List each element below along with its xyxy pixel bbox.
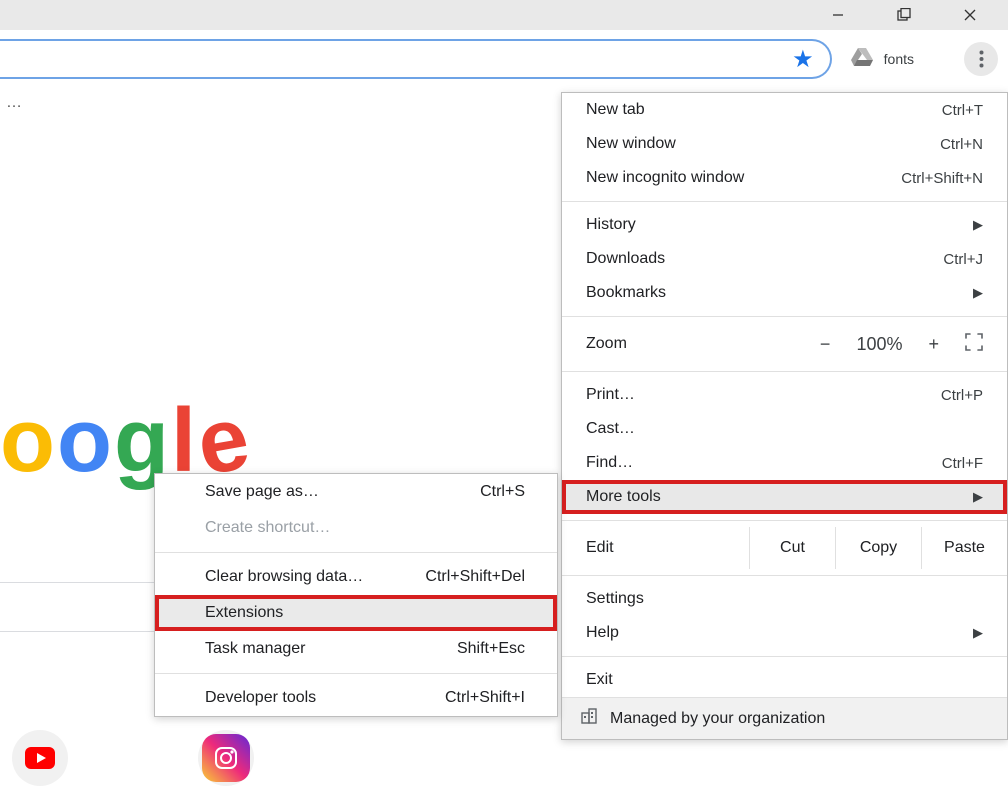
menu-item-find[interactable]: Find… Ctrl+F <box>562 446 1007 480</box>
menu-label: Exit <box>586 671 613 689</box>
menu-shortcut: Shift+Esc <box>457 640 525 658</box>
chrome-main-menu: New tab Ctrl+T New window Ctrl+N New inc… <box>561 92 1008 740</box>
google-drive-icon[interactable] <box>850 45 874 73</box>
menu-item-help[interactable]: Help ▶ <box>562 616 1007 650</box>
menu-item-new-tab[interactable]: New tab Ctrl+T <box>562 93 1007 127</box>
menu-shortcut: Ctrl+J <box>943 251 983 268</box>
zoom-in-button[interactable]: + <box>928 334 939 355</box>
menu-separator <box>562 371 1007 372</box>
menu-label: Clear browsing data… <box>205 568 363 586</box>
menu-shortcut: Ctrl+N <box>940 136 983 153</box>
edit-cut[interactable]: Cut <box>749 527 835 569</box>
menu-item-downloads[interactable]: Downloads Ctrl+J <box>562 242 1007 276</box>
menu-label: Help <box>586 624 619 642</box>
menu-label: Settings <box>586 590 644 608</box>
menu-label: Downloads <box>586 250 665 268</box>
menu-label: Find… <box>586 454 633 472</box>
menu-shortcut: Ctrl+T <box>942 102 983 119</box>
menu-item-settings[interactable]: Settings <box>562 582 1007 616</box>
menu-item-print[interactable]: Print… Ctrl+P <box>562 378 1007 412</box>
menu-item-zoom: Zoom − 100% + <box>562 323 1007 365</box>
instagram-shortcut-icon[interactable] <box>198 730 254 786</box>
zoom-level: 100% <box>856 334 902 355</box>
menu-label: Task manager <box>205 640 306 658</box>
menu-label: History <box>586 216 636 234</box>
menu-shortcut: Ctrl+S <box>480 483 525 501</box>
menu-label: Managed by your organization <box>610 710 825 728</box>
menu-item-more-tools[interactable]: More tools ▶ <box>562 480 1007 514</box>
menu-shortcut: Ctrl+F <box>942 455 983 472</box>
menu-label: New tab <box>586 101 645 119</box>
menu-separator <box>155 673 557 674</box>
chevron-right-icon: ▶ <box>973 489 983 505</box>
address-bar[interactable]: ★ <box>0 39 832 79</box>
menu-separator <box>562 520 1007 521</box>
fullscreen-icon[interactable] <box>965 333 983 356</box>
menu-label: Cast… <box>586 420 635 438</box>
submenu-item-task-manager[interactable]: Task manager Shift+Esc <box>155 631 557 667</box>
menu-label: Developer tools <box>205 689 316 707</box>
menu-item-new-window[interactable]: New window Ctrl+N <box>562 127 1007 161</box>
submenu-item-developer-tools[interactable]: Developer tools Ctrl+Shift+I <box>155 680 557 716</box>
menu-label: Edit <box>562 539 638 557</box>
logo-char: o <box>0 391 57 491</box>
more-tools-submenu: Save page as… Ctrl+S Create shortcut… Cl… <box>154 473 558 717</box>
menu-label: Extensions <box>205 604 283 622</box>
menu-item-history[interactable]: History ▶ <box>562 208 1007 242</box>
menu-label: Zoom <box>586 335 627 353</box>
building-icon <box>580 707 598 730</box>
minimize-button[interactable] <box>818 0 858 30</box>
menu-item-exit[interactable]: Exit <box>562 663 1007 697</box>
youtube-shortcut-icon[interactable] <box>12 730 68 786</box>
maximize-button[interactable] <box>884 0 924 30</box>
logo-char: o <box>57 391 114 491</box>
toolbar: ★ fonts <box>0 30 1008 88</box>
menu-label: Bookmarks <box>586 284 666 302</box>
menu-label: New window <box>586 135 676 153</box>
menu-shortcut: Ctrl+P <box>941 387 983 404</box>
menu-label: Create shortcut… <box>205 519 330 537</box>
menu-shortcut: Ctrl+Shift+Del <box>425 568 525 586</box>
submenu-item-save-page[interactable]: Save page as… Ctrl+S <box>155 474 557 510</box>
close-button[interactable] <box>950 0 990 30</box>
menu-separator <box>562 575 1007 576</box>
window-titlebar <box>0 0 1008 30</box>
chevron-right-icon: ▶ <box>973 285 983 301</box>
chevron-right-icon: ▶ <box>973 217 983 233</box>
menu-separator <box>562 201 1007 202</box>
menu-item-edit: Edit Cut Copy Paste <box>562 527 1007 569</box>
menu-item-new-incognito[interactable]: New incognito window Ctrl+Shift+N <box>562 161 1007 195</box>
edit-copy[interactable]: Copy <box>835 527 921 569</box>
menu-separator <box>562 656 1007 657</box>
submenu-item-extensions[interactable]: Extensions <box>155 595 557 631</box>
menu-separator <box>562 316 1007 317</box>
extensions-area: fonts <box>832 42 998 76</box>
menu-item-managed[interactable]: Managed by your organization <box>562 697 1007 739</box>
menu-label: More tools <box>586 488 661 506</box>
menu-label: Print… <box>586 386 635 404</box>
menu-separator <box>155 552 557 553</box>
submenu-item-clear-data[interactable]: Clear browsing data… Ctrl+Shift+Del <box>155 559 557 595</box>
edit-paste[interactable]: Paste <box>921 527 1007 569</box>
menu-label: Save page as… <box>205 483 319 501</box>
menu-label: New incognito window <box>586 169 744 187</box>
zoom-out-button[interactable]: − <box>820 334 831 355</box>
menu-item-cast[interactable]: Cast… <box>562 412 1007 446</box>
menu-shortcut: Ctrl+Shift+I <box>445 689 525 707</box>
chevron-right-icon: ▶ <box>973 625 983 641</box>
chrome-menu-button[interactable] <box>964 42 998 76</box>
menu-shortcut: Ctrl+Shift+N <box>901 170 983 187</box>
extension-label[interactable]: fonts <box>884 51 914 67</box>
submenu-item-create-shortcut: Create shortcut… <box>155 510 557 546</box>
menu-item-bookmarks[interactable]: Bookmarks ▶ <box>562 276 1007 310</box>
shortcut-icons <box>12 730 254 786</box>
bookmark-star-icon[interactable]: ★ <box>792 45 814 74</box>
